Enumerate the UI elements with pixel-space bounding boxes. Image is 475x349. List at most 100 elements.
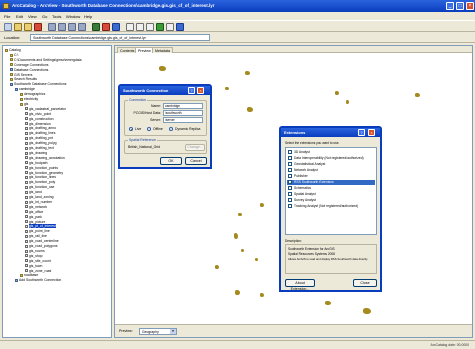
tree-item[interactable]: gis_point_line [25, 229, 50, 233]
tree-item[interactable]: gis_function_points [25, 166, 58, 170]
extension-checkbox[interactable] [288, 174, 292, 178]
tree-item[interactable]: gis_rail_line [25, 234, 47, 238]
maximize-button[interactable]: □ [456, 2, 464, 10]
minimize-button[interactable]: _ [446, 2, 454, 10]
extension-checkbox[interactable] [288, 162, 292, 166]
close-button[interactable]: × [466, 2, 474, 10]
host-input[interactable]: /southworth [163, 110, 203, 116]
extensions-list[interactable]: 3D Analyst Data Interoperability (Not reg… [285, 147, 377, 235]
extension-label[interactable]: Tracking Analyst (Not registered/authori… [294, 204, 358, 208]
location-input[interactable]: Southworth Database Connections\cambridg… [30, 34, 210, 41]
tree-item[interactable]: Catalog [5, 48, 21, 52]
tree-item[interactable]: gis_land [25, 190, 42, 194]
zoom-out-icon[interactable] [136, 23, 144, 31]
tree-item[interactable]: gis_drafting_polyg [25, 141, 57, 145]
tree-item[interactable]: gis_function_lines [25, 175, 56, 179]
tree-item[interactable]: C:\Documents and Settings\gmsc\emergdata [10, 58, 81, 62]
tree-item[interactable]: cambridge [15, 87, 35, 91]
zoom-in-icon[interactable] [126, 23, 134, 31]
help-button[interactable]: ? [358, 129, 365, 136]
list-icon[interactable] [58, 23, 66, 31]
thumbnails-icon[interactable] [78, 23, 86, 31]
pan-icon[interactable] [146, 23, 154, 31]
tree-item[interactable]: gis_road_polygons [25, 244, 57, 248]
extension-checkbox[interactable] [288, 156, 292, 160]
tree-item[interactable]: gis_drawing [25, 151, 47, 155]
up-folder-icon[interactable] [4, 23, 12, 31]
tree-item[interactable]: Add Southworth Connection [15, 278, 61, 282]
close-extensions-button[interactable]: Close [353, 279, 377, 287]
tree-item[interactable]: gis_rooms [25, 249, 45, 253]
live-radio[interactable] [129, 127, 133, 131]
tree-item[interactable]: gis_pt_of_interest [25, 224, 56, 229]
extension-checkbox[interactable] [288, 180, 292, 185]
tree-item[interactable]: gis [20, 102, 28, 106]
copy-icon[interactable] [14, 23, 22, 31]
tree-item[interactable]: gis_drafting_text [25, 146, 54, 150]
tree-item[interactable]: gis_function_use [25, 185, 54, 189]
extension-label[interactable]: Survey Analyst [294, 198, 316, 202]
tree-item[interactable]: gis_park [25, 215, 42, 219]
extension-checkbox[interactable] [288, 168, 292, 172]
extension-label[interactable]: 3D Analyst [294, 150, 310, 154]
identify-icon[interactable] [166, 23, 174, 31]
extension-label[interactable]: Schematics [294, 186, 311, 190]
tree-item[interactable]: demographics [20, 92, 45, 96]
tree-item[interactable]: Coverage Connections [10, 63, 49, 67]
extension-label[interactable]: RSS Southworth Extension [294, 180, 334, 184]
extension-checkbox[interactable] [288, 192, 292, 196]
extension-checkbox[interactable] [288, 198, 292, 202]
dynamic-replica-radio[interactable] [169, 127, 173, 131]
dialog-close-button[interactable]: × [197, 87, 204, 94]
tree-item[interactable]: gis_drafting_pnt [25, 136, 53, 140]
menu-tools[interactable]: Tools [52, 14, 61, 19]
tree-item[interactable]: gis_site_count [25, 259, 51, 263]
launch-arcmap-icon[interactable] [92, 23, 100, 31]
arctoolbox-icon[interactable] [102, 23, 110, 31]
menu-view[interactable]: View [28, 14, 37, 19]
tree-item[interactable]: gis_function_poly [25, 180, 55, 184]
tree-item[interactable]: gis_lot_number [25, 200, 52, 204]
about-extension-button[interactable]: About Extension... [285, 279, 315, 291]
tree-item[interactable]: gis_drafting_anno [25, 126, 56, 130]
tree-item[interactable]: gis_construction [25, 117, 54, 121]
tree-item[interactable]: gis_dimension [25, 122, 51, 126]
tree-item[interactable]: electricity [20, 97, 38, 101]
command-line-icon[interactable] [112, 23, 120, 31]
name-input[interactable]: cambridge [163, 103, 203, 109]
menu-help[interactable]: Help [84, 14, 92, 19]
tree-item[interactable]: gis_shop [25, 254, 43, 258]
tree-item[interactable]: Southworth Database Connections [10, 82, 66, 86]
full-extent-icon[interactable] [156, 23, 164, 31]
extension-label[interactable]: Spatial Analyst [294, 192, 316, 196]
menu-edit[interactable]: Edit [16, 14, 23, 19]
change-button[interactable]: Change... [185, 144, 205, 151]
tree-item[interactable]: gis_land_zoning [25, 195, 54, 199]
tree-item[interactable]: gis_function_geometry [25, 171, 63, 175]
tree-item[interactable]: gis_road_centerline [25, 239, 59, 243]
extension-label[interactable]: Publisher [294, 174, 308, 178]
tree-item[interactable]: gis_civic_point [25, 112, 51, 116]
help-button[interactable]: ? [188, 87, 195, 94]
extension-label[interactable]: Geostatistical Analyst [294, 162, 325, 166]
catalog-tree[interactable]: Catalog C:\ C:\Documents and Settings\gmsc… [2, 45, 112, 338]
large-icons-icon[interactable] [48, 23, 56, 31]
menu-file[interactable]: File [4, 14, 10, 19]
extension-checkbox[interactable] [288, 186, 292, 190]
menu-go[interactable]: Go [42, 14, 47, 19]
tree-item[interactable]: roadbase [20, 273, 38, 277]
info-icon[interactable] [176, 23, 184, 31]
tree-item[interactable]: gis_footpath [25, 161, 47, 165]
cancel-button[interactable]: Cancel [185, 157, 207, 165]
extension-label[interactable]: Network Analyst [294, 168, 318, 172]
tree-item[interactable]: gis_drawing_annotation [25, 156, 65, 160]
preview-type-select[interactable]: Geography ▼ [139, 328, 177, 335]
tree-item[interactable]: gis_cadastral_parcelator [25, 107, 66, 111]
extension-checkbox[interactable] [288, 204, 292, 208]
tree-item[interactable]: gis_office [25, 210, 43, 214]
extensions-close-icon[interactable]: × [368, 129, 375, 136]
ok-button[interactable]: OK [160, 157, 182, 165]
tree-item[interactable]: Search Results [10, 77, 37, 81]
server-input[interactable]: /server [163, 117, 203, 123]
tree-item[interactable]: gis_zone_road [25, 269, 51, 273]
